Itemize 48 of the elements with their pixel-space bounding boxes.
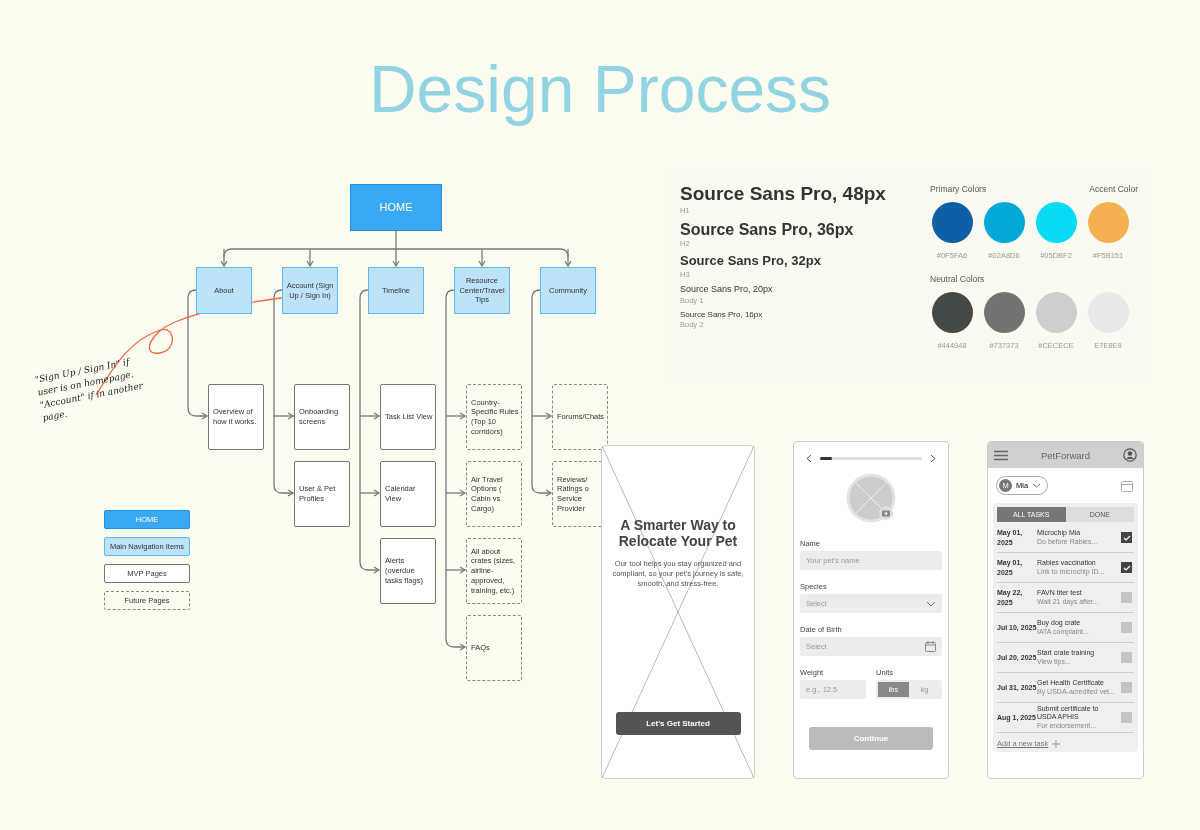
back-icon[interactable] bbox=[806, 454, 812, 463]
calendar-icon[interactable] bbox=[1121, 479, 1133, 492]
connector-arrow bbox=[273, 412, 294, 420]
task-checkbox[interactable] bbox=[1121, 532, 1132, 543]
connector-arrow bbox=[445, 412, 466, 420]
type-sample: Source Sans Pro, 16px bbox=[680, 310, 764, 320]
connector-arrow bbox=[273, 484, 294, 497]
page-title: Design Process bbox=[367, 51, 833, 125]
connector-arrow bbox=[564, 248, 572, 267]
task-checkbox[interactable] bbox=[1121, 622, 1132, 633]
connector-arrow bbox=[445, 638, 466, 651]
menu-icon[interactable] bbox=[994, 449, 1008, 461]
connector-arrow bbox=[306, 248, 314, 267]
connector-arrow bbox=[359, 412, 380, 420]
connector-arrow bbox=[392, 248, 400, 267]
chevron-down-icon bbox=[1032, 483, 1042, 488]
chevron-down-icon bbox=[926, 600, 936, 607]
palette-heading: Accent Color bbox=[1089, 184, 1138, 194]
task-checkbox[interactable] bbox=[1121, 682, 1132, 693]
connector-arrow bbox=[445, 489, 466, 497]
palette-heading: Primary Colors bbox=[930, 184, 987, 194]
type-sample: Source Sans Pro, 20px bbox=[680, 284, 774, 295]
photo-placeholder-icon[interactable] bbox=[846, 473, 896, 523]
connector-arrow bbox=[359, 489, 380, 497]
connector-arrow bbox=[187, 407, 208, 420]
task-checkbox[interactable] bbox=[1121, 652, 1132, 663]
task-checkbox[interactable] bbox=[1121, 562, 1132, 573]
connector-arrow bbox=[359, 561, 380, 574]
type-sample: Source Sans Pro, 36px bbox=[680, 220, 855, 239]
hero-heading: A Smarter Way to Relocate Your Pet bbox=[617, 517, 739, 550]
connector-arrow bbox=[531, 412, 552, 420]
palette-heading: Neutral Colors bbox=[930, 274, 985, 284]
handwritten-note: "Sign Up / Sign In" if user is on homepage. "Account" if in another page. bbox=[34, 355, 145, 426]
connector-arrow bbox=[220, 248, 228, 267]
type-sample: Source Sans Pro, 48px bbox=[680, 184, 887, 205]
task-checkbox[interactable] bbox=[1121, 592, 1132, 603]
task-checkbox[interactable] bbox=[1121, 712, 1132, 723]
connector-arrow bbox=[445, 566, 466, 574]
app-title: PetForward bbox=[1040, 449, 1091, 461]
connector-arrow bbox=[478, 248, 486, 267]
get-started-button[interactable]: Let's Get Started bbox=[615, 712, 741, 735]
forward-icon[interactable] bbox=[930, 454, 936, 463]
home-node: HOME bbox=[350, 184, 442, 231]
plus-icon[interactable] bbox=[1052, 739, 1061, 748]
connector-arrow bbox=[531, 484, 552, 497]
type-sample: Source Sans Pro, 32px bbox=[680, 254, 822, 269]
profile-icon[interactable] bbox=[1123, 448, 1137, 462]
calendar-icon bbox=[925, 641, 936, 652]
